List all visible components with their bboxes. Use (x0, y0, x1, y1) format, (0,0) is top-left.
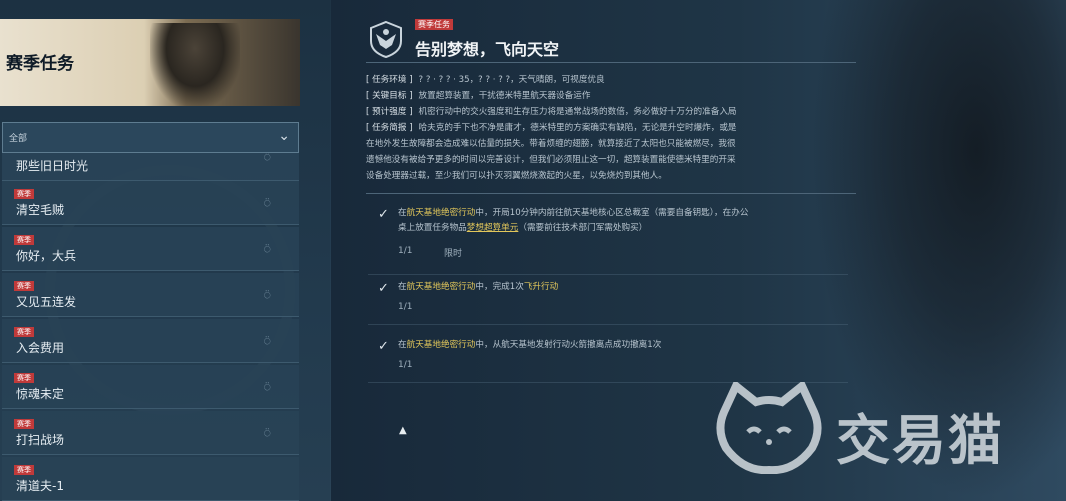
season-tag: 赛季 (14, 465, 34, 475)
mission-name: 惊魂未定 (16, 387, 65, 401)
divider (366, 62, 856, 63)
mission-name: 又见五连发 (16, 295, 77, 309)
mission-name: 打扫战场 (16, 433, 65, 447)
objective-item-link[interactable]: 梦想超算单元 (467, 223, 519, 233)
list-item[interactable]: 赛季 清空毛贼 ⍥ (2, 181, 299, 225)
objective-mid: 中，开局10分钟内前往航天基地核心区总裁室（需要自备钥匙），在办公 (475, 208, 749, 218)
objective-pre: 在 (398, 208, 407, 218)
mission-intensity: [ 预计强度 ] 机密行动中的交火强度和生存压力将是通常战场的数倍，务必做好十万分… (366, 105, 846, 120)
chevron-down-icon: ⌄ (278, 128, 290, 144)
mission-filter-select[interactable]: 全部 ⌄ (2, 122, 299, 153)
objective-progress: 1/1 (398, 360, 413, 370)
objective-location: 航天基地绝密行动 (406, 208, 476, 218)
objective-line2-post: （需要前往技术部门军需处购买） (518, 223, 648, 233)
objective-text: 在航天基地绝密行动中，从航天基地发射行动火箭撤离点成功撤离1次 (398, 338, 838, 353)
check-icon: ✓ (378, 281, 389, 296)
brief-line-2: 在地外发生故障都会造成难以估量的损失。带着烦缠的翅膀，就算接近了太阳也只能被燃尽… (366, 139, 736, 149)
mission-brief: [ 任务简报 ] 哈夫克的手下也不净是庸才，德米特里的方案确实有缺陷，无论是升空时… (366, 121, 846, 136)
objective-mid: 中，完成1次 (475, 282, 524, 292)
objective-pre: 在 (398, 282, 407, 292)
brief-line-1: 哈夫克的手下也不净是庸才，德米特里的方案确实有缺陷，无论是升空时爆炸，或是 (418, 123, 737, 133)
objective-location: 航天基地绝密行动 (406, 340, 476, 350)
season-tag: 赛季 (14, 327, 34, 337)
objective-mid: 中，从航天基地发射行动火箭撤离点成功撤离1次 (475, 340, 662, 350)
list-item[interactable]: 那些旧日时光 ⍥ (2, 153, 299, 181)
list-item[interactable]: 赛季 你好，大兵 ⍥ (2, 227, 299, 271)
season-tag: 赛季 (14, 235, 34, 245)
list-item[interactable]: 赛季 清道夫-1 (2, 457, 299, 501)
list-item[interactable]: 赛季 打扫战场 ⍥ (2, 411, 299, 455)
objective-line2: 桌上放置任务物品 (398, 223, 467, 233)
medal-icon: ⍥ (264, 335, 271, 348)
filter-label: 全部 (9, 134, 28, 144)
soldier-portrait (150, 23, 240, 106)
mission-title: 告别梦想，飞向天空 (415, 40, 560, 59)
check-icon: ✓ (378, 207, 389, 222)
objective-progress: 1/1 (398, 302, 413, 312)
watermark: 交易猫 (714, 382, 1044, 474)
eagle-emblem-icon (370, 20, 402, 59)
list-item[interactable]: 赛季 又见五连发 ⍥ (2, 273, 299, 317)
medal-icon: ⍥ (264, 427, 271, 440)
season-tag: 赛季 (14, 419, 34, 429)
cat-logo-icon (716, 382, 822, 474)
objective-progress: 1/1 (398, 246, 413, 256)
medal-icon: ⍥ (264, 289, 271, 302)
intensity-key: [ 预计强度 ] (366, 107, 413, 117)
goal-key: [ 关键目标 ] (366, 91, 413, 101)
season-tag: 赛季 (14, 189, 34, 199)
divider (366, 193, 856, 194)
environment-value: ? ? · ? ? · 35，? ? · ? ?，天气晴朗，可视度优良 (418, 75, 605, 85)
objective-location: 航天基地绝密行动 (406, 282, 476, 292)
banner-title: 赛季任务 (6, 54, 74, 74)
objective-action: 飞升行动 (523, 282, 559, 292)
brief-key: [ 任务简报 ] (366, 123, 413, 133)
mission-goal: [ 关键目标 ] 放置超算装置，干扰德米特里航天器设备运作 (366, 89, 846, 104)
medal-icon: ⍥ (264, 153, 271, 164)
brief-line-3: 遗憾他没有被给予更多的时间以完善设计，但我们必须阻止这一切，超算装置能使德米特里… (366, 155, 736, 165)
objective-pre: 在 (398, 340, 407, 350)
mission-environment: [ 任务环境 ] ? ? · ? ? · 35，? ? · ? ?，天气晴朗，可视… (366, 73, 846, 88)
list-item[interactable]: 赛季 惊魂未定 ⍥ (2, 365, 299, 409)
list-item[interactable]: 赛季 入会费用 ⍥ (2, 319, 299, 363)
mission-name: 清道夫-1 (16, 479, 64, 493)
mission-list: 那些旧日时光 ⍥ 赛季 清空毛贼 ⍥ 赛季 你好，大兵 ⍥ 赛季 又见五连发 ⍥… (2, 153, 299, 501)
check-icon: ✓ (378, 339, 389, 354)
objective-item: ✓ 在航天基地绝密行动中，开局10分钟内前往航天基地核心区总裁室（需要自备钥匙）… (368, 204, 848, 275)
objective-text: 在航天基地绝密行动中，开局10分钟内前往航天基地核心区总裁室（需要自备钥匙），在… (398, 206, 838, 236)
mission-name: 那些旧日时光 (16, 159, 89, 173)
objective-timed-tag: 限时 (444, 249, 463, 259)
mission-name: 清空毛贼 (16, 203, 65, 217)
goal-value: 放置超算装置，干扰德米特里航天器设备运作 (418, 91, 591, 101)
medal-icon: ⍥ (264, 243, 271, 256)
season-banner: 赛季任务 (0, 19, 300, 106)
medal-icon: ⍥ (264, 381, 271, 394)
environment-key: [ 任务环境 ] (366, 75, 413, 85)
objective-item: ✓ 在航天基地绝密行动中，完成1次飞升行动 1/1 (368, 278, 848, 325)
objective-text: 在航天基地绝密行动中，完成1次飞升行动 (398, 280, 838, 295)
medal-icon: ⍥ (264, 197, 271, 210)
mission-name: 入会费用 (16, 341, 65, 355)
mission-name: 你好，大兵 (16, 249, 77, 263)
mission-season-tag: 赛季任务 (415, 19, 453, 30)
season-tag: 赛季 (14, 373, 34, 383)
brief-line-4: 设备处理器过载，至少我们可以扑灭羽翼燃烧激起的火星，以免烧灼到其他人。 (366, 171, 667, 181)
mouse-cursor-icon: ▲ (399, 425, 407, 436)
objective-item: ✓ 在航天基地绝密行动中，从航天基地发射行动火箭撤离点成功撤离1次 1/1 (368, 336, 848, 383)
intensity-value: 机密行动中的交火强度和生存压力将是通常战场的数倍，务必做好十万分的准备入局 (418, 107, 737, 117)
season-tag: 赛季 (14, 281, 34, 291)
watermark-text: 交易猫 (836, 409, 1004, 472)
